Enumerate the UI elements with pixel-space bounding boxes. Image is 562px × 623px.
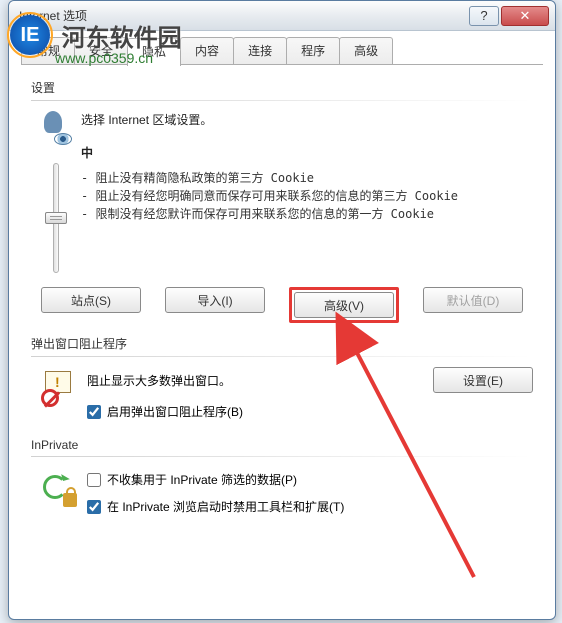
tab-privacy[interactable]: 隐私 <box>127 38 181 66</box>
enable-popup-blocker-checkbox[interactable] <box>87 405 101 419</box>
inprivate-no-collect-row[interactable]: 不收集用于 InPrivate 筛选的数据(P) <box>87 471 533 488</box>
tab-strip: 常规 安全 隐私 内容 连接 程序 高级 <box>9 31 555 65</box>
enable-popup-blocker-label: 启用弹出窗口阻止程序(B) <box>107 403 243 420</box>
divider <box>31 456 533 457</box>
inprivate-disable-toolbars-row[interactable]: 在 InPrivate 浏览启动时禁用工具栏和扩展(T) <box>87 498 533 515</box>
popup-blocker-desc: 阻止显示大多数弹出窗口。 <box>87 372 231 389</box>
divider <box>31 356 533 357</box>
policy-item: - 阻止没有经您明确同意而保存可用来联系您的信息的第三方 Cookie <box>81 187 533 205</box>
divider <box>31 100 533 101</box>
import-button[interactable]: 导入(I) <box>165 287 265 313</box>
tab-connections[interactable]: 连接 <box>233 37 287 65</box>
inprivate-no-collect-label: 不收集用于 InPrivate 筛选的数据(P) <box>107 471 297 488</box>
inprivate-group-label: InPrivate <box>31 438 533 452</box>
internet-options-dialog: Internet 选项 ? ✕ 常规 安全 隐私 内容 连接 程序 高级 设置 <box>8 0 556 620</box>
enable-popup-blocker-row[interactable]: 启用弹出窗口阻止程序(B) <box>87 403 533 420</box>
privacy-settings-row: 选择 Internet 区域设置。 中 - 阻止没有精简隐私政策的第三方 Coo… <box>31 111 533 273</box>
privacy-level-name: 中 <box>81 144 533 163</box>
settings-button-row: 站点(S) 导入(I) 高级(V) 默认值(D) <box>31 273 533 333</box>
close-button[interactable]: ✕ <box>501 6 549 26</box>
highlight-annotation: 高级(V) <box>289 287 399 323</box>
tab-advanced[interactable]: 高级 <box>339 37 393 65</box>
tab-programs[interactable]: 程序 <box>286 37 340 65</box>
help-button[interactable]: ? <box>469 6 499 26</box>
tab-security[interactable]: 安全 <box>74 37 128 65</box>
popup-settings-button[interactable]: 设置(E) <box>433 367 533 393</box>
inprivate-disable-toolbars-label: 在 InPrivate 浏览启动时禁用工具栏和扩展(T) <box>107 498 344 515</box>
default-button: 默认值(D) <box>423 287 523 313</box>
dialog-title: Internet 选项 <box>15 7 467 24</box>
popup-blocker-group-label: 弹出窗口阻止程序 <box>31 335 533 352</box>
policy-item: - 阻止没有精简隐私政策的第三方 Cookie <box>81 169 533 187</box>
policy-list: - 阻止没有精简隐私政策的第三方 Cookie - 阻止没有经您明确同意而保存可… <box>81 169 533 223</box>
tab-content-area: 设置 选择 Internet 区域设置。 中 - 阻止没有精简隐私政策的第三方 … <box>9 65 555 529</box>
inprivate-disable-toolbars-checkbox[interactable] <box>87 500 101 514</box>
tab-content[interactable]: 内容 <box>180 37 234 65</box>
tab-general[interactable]: 常规 <box>21 37 75 65</box>
select-zone-text: 选择 Internet 区域设置。 <box>81 111 533 130</box>
titlebar: Internet 选项 ? ✕ <box>9 1 555 31</box>
inprivate-icon <box>41 471 77 507</box>
slider-thumb[interactable] <box>45 212 67 224</box>
policy-item: - 限制没有经您默许而保存可用来联系您的信息的第一方 Cookie <box>81 205 533 223</box>
settings-group-label: 设置 <box>31 79 533 96</box>
inprivate-no-collect-checkbox[interactable] <box>87 473 101 487</box>
privacy-icon <box>38 111 74 147</box>
popup-blocker-icon: ! <box>41 371 77 407</box>
privacy-level-slider[interactable] <box>53 163 59 273</box>
sites-button[interactable]: 站点(S) <box>41 287 141 313</box>
advanced-button[interactable]: 高级(V) <box>294 292 394 318</box>
